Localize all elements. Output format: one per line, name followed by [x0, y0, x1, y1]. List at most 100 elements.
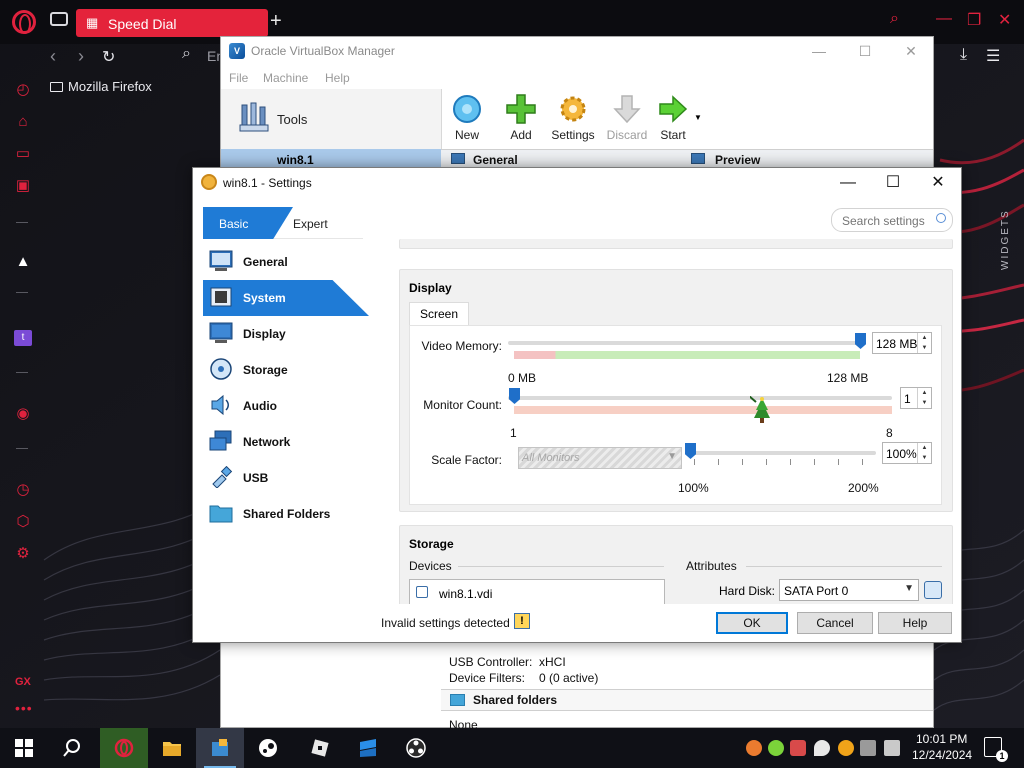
new-tab-button[interactable]: +	[270, 11, 282, 31]
christmas-tree-cursor-icon	[750, 396, 770, 423]
new-button[interactable]: New	[442, 91, 492, 147]
help-button[interactable]: Help	[878, 612, 952, 634]
video-memory-spinbox[interactable]: 128 MB ▲ ▼	[872, 332, 932, 354]
aria-icon[interactable]: ▲	[14, 254, 32, 270]
manager-toolbar: New Add Settings Discard Start ▼	[441, 89, 933, 149]
nav-shared-folders[interactable]: Shared Folders	[203, 496, 369, 532]
device-filters-label: Device Filters:	[449, 671, 526, 685]
gx-control-icon[interactable]	[50, 12, 68, 26]
scale-monitor-select[interactable]: All Monitors ▼	[518, 447, 682, 469]
menu-help[interactable]: Help	[325, 71, 350, 85]
scale-factor-spinbox[interactable]: 100% ▲ ▼	[882, 442, 932, 464]
start-button[interactable]	[0, 728, 48, 768]
more-icon[interactable]: •••	[15, 700, 33, 716]
nav-audio[interactable]: Audio	[203, 388, 369, 424]
hard-disk-select[interactable]: SATA Port 0 ▼	[779, 579, 919, 601]
clock-time[interactable]: 10:01 PM	[916, 732, 967, 746]
maximize-icon[interactable]: ☐	[855, 41, 875, 61]
start-dropdown-icon[interactable]: ▼	[694, 113, 702, 122]
add-button[interactable]: Add	[496, 91, 546, 147]
ok-button[interactable]: OK	[716, 612, 788, 634]
menu-file[interactable]: File	[229, 71, 248, 85]
tray-app-icon[interactable]	[746, 740, 762, 756]
tools-item[interactable]: Tools	[221, 89, 441, 149]
menu-machine[interactable]: Machine	[263, 71, 308, 85]
close-icon[interactable]: ✕	[998, 10, 1011, 30]
easy-setup-icon[interactable]: ☰	[986, 46, 1000, 66]
warning-icon[interactable]: !	[514, 613, 530, 629]
tray-app-icon[interactable]	[790, 740, 806, 756]
video-memory-slider[interactable]	[855, 333, 866, 349]
download-icon[interactable]: ⤓	[960, 46, 967, 64]
vm-list-item[interactable]: win8.1	[221, 149, 441, 169]
reload-icon[interactable]: ↻	[102, 47, 115, 67]
nav-network[interactable]: Network	[203, 424, 369, 460]
bookmark-mozilla-firefox[interactable]: Mozilla Firefox	[50, 79, 152, 94]
section-general[interactable]: General	[473, 153, 518, 167]
opera-logo-icon[interactable]	[12, 10, 36, 34]
player-icon[interactable]: ◉	[14, 406, 32, 422]
nav-system[interactable]: System	[203, 280, 369, 316]
section-preview[interactable]: Preview	[715, 153, 760, 167]
search-settings-field[interactable]	[831, 208, 953, 232]
search-tabs-icon[interactable]: ⌕	[890, 10, 899, 28]
video-memory-min: 0 MB	[508, 371, 537, 385]
shop-icon[interactable]: ⌂	[14, 114, 32, 130]
obs-button[interactable]	[392, 728, 440, 768]
nav-storage[interactable]: Storage	[203, 352, 369, 388]
tray-drop-icon[interactable]	[814, 740, 830, 756]
settings-icon[interactable]: ⚙	[14, 546, 32, 562]
search-button[interactable]	[48, 728, 96, 768]
nav-label: Display	[243, 327, 286, 341]
start-button[interactable]: Start	[648, 91, 698, 147]
clock-date[interactable]: 12/24/2024	[912, 748, 972, 762]
network-icon[interactable]	[860, 740, 876, 756]
tray-key-icon[interactable]	[838, 740, 854, 756]
spin-arrows-icon[interactable]: ▲ ▼	[917, 388, 931, 408]
minimize-icon[interactable]: —	[809, 41, 829, 61]
close-icon[interactable]: ✕	[901, 41, 921, 61]
twitch-icon[interactable]: t	[14, 330, 32, 346]
virtualbox-taskbar-button[interactable]	[196, 728, 244, 768]
roblox-button[interactable]	[296, 728, 344, 768]
news-icon[interactable]: ▭	[14, 146, 32, 162]
restore-icon[interactable]: ❐	[967, 10, 981, 30]
discard-button[interactable]: Discard	[602, 91, 652, 147]
notification-center-icon[interactable]: 1	[984, 737, 1008, 762]
tab-screen[interactable]: Screen	[409, 302, 469, 326]
volume-icon[interactable]	[884, 740, 900, 756]
nav-general[interactable]: General	[203, 244, 369, 280]
monitor-count-spinbox[interactable]: 1 ▲ ▼	[900, 387, 932, 409]
cancel-button[interactable]: Cancel	[797, 612, 873, 634]
shared-folders-header[interactable]: Shared folders	[441, 689, 933, 711]
monitor-count-slider[interactable]	[509, 388, 520, 404]
back-icon[interactable]: ‹	[50, 46, 56, 67]
settings-button[interactable]: Settings	[548, 91, 598, 147]
history-icon[interactable]: ◷	[14, 482, 32, 498]
app-button[interactable]	[344, 728, 392, 768]
gx-corner-label[interactable]: GX	[15, 676, 31, 688]
nav-display[interactable]: Display	[203, 316, 369, 352]
file-explorer-button[interactable]	[148, 728, 196, 768]
steam-button[interactable]	[244, 728, 292, 768]
device-item[interactable]: win8.1.vdi	[439, 587, 492, 601]
tray-app-icon[interactable]	[768, 740, 784, 756]
maximize-icon[interactable]: ☐	[878, 172, 908, 194]
tab-speed-dial[interactable]: ▦ Speed Dial	[76, 9, 268, 37]
nav-usb[interactable]: USB	[203, 460, 369, 496]
extensions-icon[interactable]: ⬡	[14, 514, 32, 530]
forward-icon[interactable]: ›	[78, 46, 84, 67]
close-icon[interactable]: ✕	[923, 172, 953, 194]
widgets-label[interactable]: WIDGETS	[1000, 180, 1022, 270]
speedometer-icon[interactable]: ◴	[14, 82, 32, 98]
mail-icon[interactable]: ▣	[14, 178, 32, 194]
spin-arrows-icon[interactable]: ▲ ▼	[917, 333, 931, 353]
opera-gx-taskbar-button[interactable]	[100, 728, 148, 768]
minimize-icon[interactable]: —	[833, 172, 863, 194]
minimize-icon[interactable]: —	[936, 10, 952, 28]
nav-label: Shared Folders	[243, 507, 331, 521]
scale-factor-slider[interactable]	[685, 443, 696, 459]
search-input[interactable]	[842, 213, 932, 228]
choose-disk-button[interactable]	[924, 581, 942, 599]
spin-arrows-icon[interactable]: ▲ ▼	[917, 443, 931, 463]
